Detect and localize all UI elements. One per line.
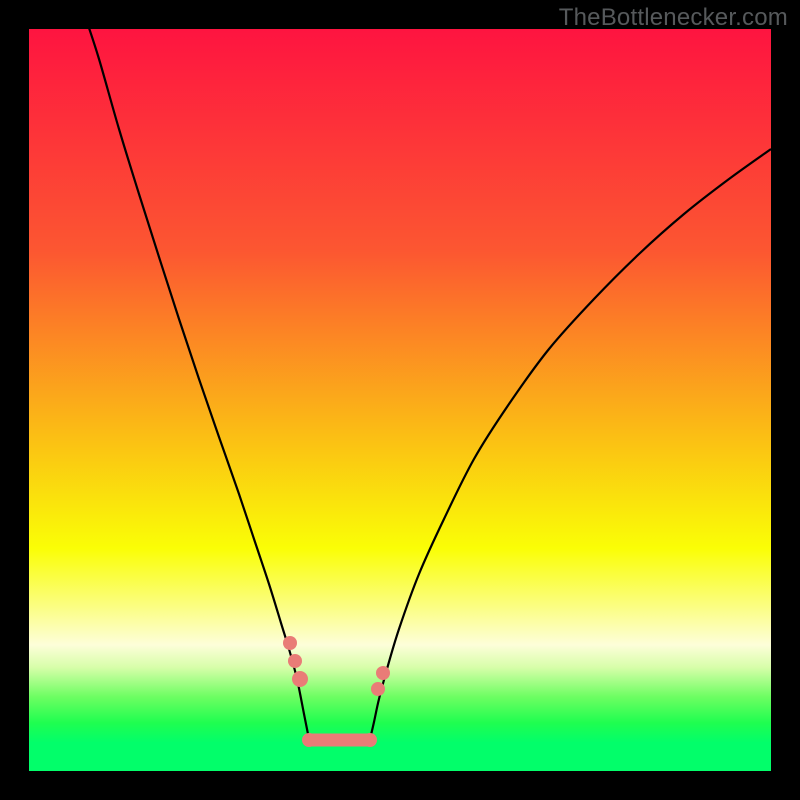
chart-svg	[29, 29, 771, 771]
flat-cap-marker-1	[363, 733, 377, 747]
left-marker-0	[283, 636, 297, 650]
watermark-text: TheBottlenecker.com	[559, 4, 788, 32]
gradient-background	[29, 29, 771, 771]
plot-area	[29, 29, 771, 771]
left-marker-2	[292, 671, 308, 687]
left-marker-1	[288, 654, 302, 668]
flat-cap-marker-0	[302, 733, 316, 747]
right-marker-0	[371, 682, 385, 696]
chart-frame: TheBottlenecker.com	[0, 0, 800, 800]
right-marker-1	[376, 666, 390, 680]
